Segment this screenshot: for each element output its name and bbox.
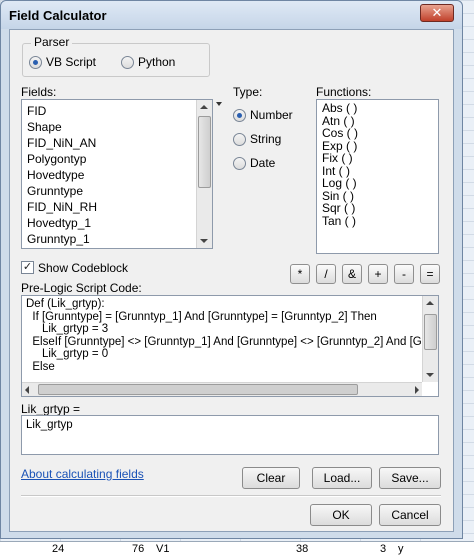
bg-cell: V1 bbox=[156, 543, 170, 555]
bg-cell: y bbox=[398, 543, 404, 555]
code-line: Lik_grtyp = 3 bbox=[26, 323, 109, 335]
radio-icon[interactable] bbox=[121, 55, 134, 69]
bg-cell: 76 bbox=[132, 543, 145, 555]
scroll-up-icon[interactable] bbox=[426, 301, 434, 305]
title-bar[interactable]: Field Calculator ✕ bbox=[1, 1, 462, 29]
show-codeblock-label: Show Codeblock bbox=[38, 261, 129, 275]
scroll-thumb[interactable] bbox=[38, 384, 358, 395]
dialog-title: Field Calculator bbox=[9, 8, 107, 23]
scroll-thumb[interactable] bbox=[424, 314, 437, 350]
about-calculating-fields-link[interactable]: About calculating fields bbox=[21, 467, 144, 481]
fields-label: Fields: bbox=[21, 85, 57, 99]
type-date-option[interactable]: Date bbox=[233, 156, 275, 170]
divide-button[interactable]: / bbox=[316, 264, 336, 284]
field-item[interactable]: FID_NiN_AN bbox=[22, 135, 212, 151]
fields-list[interactable]: FID Shape FID_NiN_AN Polygontyp Hovedtyp… bbox=[21, 99, 213, 249]
close-icon: ✕ bbox=[431, 5, 443, 20]
parser-vbscript-option[interactable]: VB Script bbox=[29, 55, 96, 69]
concat-button[interactable]: & bbox=[342, 264, 362, 284]
field-item[interactable]: Grunntyp_1 bbox=[22, 231, 212, 247]
multiply-button[interactable]: * bbox=[290, 264, 310, 284]
type-number-label: Number bbox=[250, 108, 293, 122]
separator bbox=[21, 495, 441, 497]
close-button[interactable]: ✕ bbox=[420, 4, 454, 22]
code-horizontal-scrollbar[interactable] bbox=[22, 382, 422, 396]
field-item[interactable]: Hovedtyp_1 bbox=[22, 215, 212, 231]
minus-button[interactable]: - bbox=[394, 264, 414, 284]
functions-label: Functions: bbox=[316, 85, 372, 99]
parser-label: Parser bbox=[31, 35, 73, 49]
expression-label: Lik_grtyp = bbox=[21, 402, 81, 416]
save-button[interactable]: Save... bbox=[379, 467, 441, 489]
field-item[interactable]: Shape bbox=[22, 119, 212, 135]
code-vertical-scrollbar[interactable] bbox=[422, 296, 438, 382]
field-item[interactable]: Grunntype bbox=[22, 183, 212, 199]
radio-icon[interactable] bbox=[233, 108, 246, 122]
radio-icon[interactable] bbox=[29, 55, 42, 69]
type-number-option[interactable]: Number bbox=[233, 108, 293, 122]
fields-dropdown-arrow-icon[interactable] bbox=[216, 102, 222, 106]
scroll-down-icon[interactable] bbox=[200, 239, 208, 243]
clear-button[interactable]: Clear bbox=[242, 467, 300, 489]
scroll-right-icon[interactable] bbox=[415, 386, 419, 394]
function-item[interactable]: Abs ( ) bbox=[317, 102, 438, 115]
field-item[interactable]: FID bbox=[22, 103, 212, 119]
prelogic-code-editor[interactable]: Def (Lik_grtyp): If [Grunntype] = [Grunn… bbox=[21, 295, 439, 397]
field-item[interactable]: Polygontyp bbox=[22, 151, 212, 167]
type-label: Type: bbox=[233, 85, 263, 99]
code-line: If [Grunntype] = [Grunntyp_1] And [Grunn… bbox=[26, 310, 377, 323]
cancel-button[interactable]: Cancel bbox=[379, 504, 441, 526]
field-item[interactable]: Hovedtype bbox=[22, 167, 212, 183]
parser-python-label: Python bbox=[138, 55, 176, 69]
equals-button[interactable]: = bbox=[420, 264, 440, 284]
functions-list[interactable]: Abs ( ) Atn ( ) Cos ( ) Exp ( ) Fix ( ) … bbox=[316, 99, 439, 254]
function-item[interactable]: Log ( ) bbox=[317, 177, 438, 190]
code-line: Else bbox=[26, 360, 55, 373]
code-line: Def (Lik_grtyp): bbox=[26, 298, 105, 310]
fields-scrollbar[interactable] bbox=[196, 100, 212, 248]
type-date-label: Date bbox=[250, 156, 276, 170]
function-item[interactable]: Fix ( ) bbox=[317, 152, 438, 165]
load-button[interactable]: Load... bbox=[312, 467, 372, 489]
scroll-left-icon[interactable] bbox=[25, 386, 29, 394]
prelogic-label: Pre-Logic Script Code: bbox=[21, 281, 142, 295]
scroll-down-icon[interactable] bbox=[426, 373, 434, 377]
bg-cell: 3 bbox=[380, 543, 387, 555]
code-line: ElseIf [Grunntype] <> [Grunntyp_1] And [… bbox=[26, 335, 439, 348]
ok-button[interactable]: OK bbox=[310, 504, 372, 526]
function-item[interactable]: Sqr ( ) bbox=[317, 202, 438, 215]
bg-cell: 24 bbox=[52, 543, 65, 555]
scroll-up-icon[interactable] bbox=[200, 105, 208, 109]
function-item[interactable]: Tan ( ) bbox=[317, 214, 438, 228]
show-codeblock-checkbox[interactable]: ✓ bbox=[21, 261, 34, 274]
code-line: Lik_grtyp = 0 bbox=[26, 348, 109, 360]
background-table-row: 24 76 V1 38 3 y bbox=[0, 541, 474, 555]
parser-python-option[interactable]: Python bbox=[121, 55, 175, 69]
parser-group: Parser VB Script Python bbox=[22, 35, 210, 77]
bg-cell: 38 bbox=[296, 543, 309, 555]
radio-icon[interactable] bbox=[233, 156, 246, 170]
type-string-label: String bbox=[250, 132, 282, 146]
scroll-thumb[interactable] bbox=[198, 116, 211, 188]
dialog-body: Parser VB Script Python Fields: FID Shap… bbox=[9, 29, 454, 532]
field-item[interactable]: FID_NiN_RH bbox=[22, 199, 212, 215]
expression-input[interactable]: Lik_grtyp bbox=[21, 415, 439, 455]
field-calculator-dialog: Field Calculator ✕ Parser VB Script Pyth… bbox=[0, 0, 463, 539]
plus-button[interactable]: + bbox=[368, 264, 388, 284]
radio-icon[interactable] bbox=[233, 132, 246, 146]
type-string-option[interactable]: String bbox=[233, 132, 281, 146]
function-item[interactable]: Cos ( ) bbox=[317, 127, 438, 140]
parser-vbscript-label: VB Script bbox=[46, 55, 97, 69]
